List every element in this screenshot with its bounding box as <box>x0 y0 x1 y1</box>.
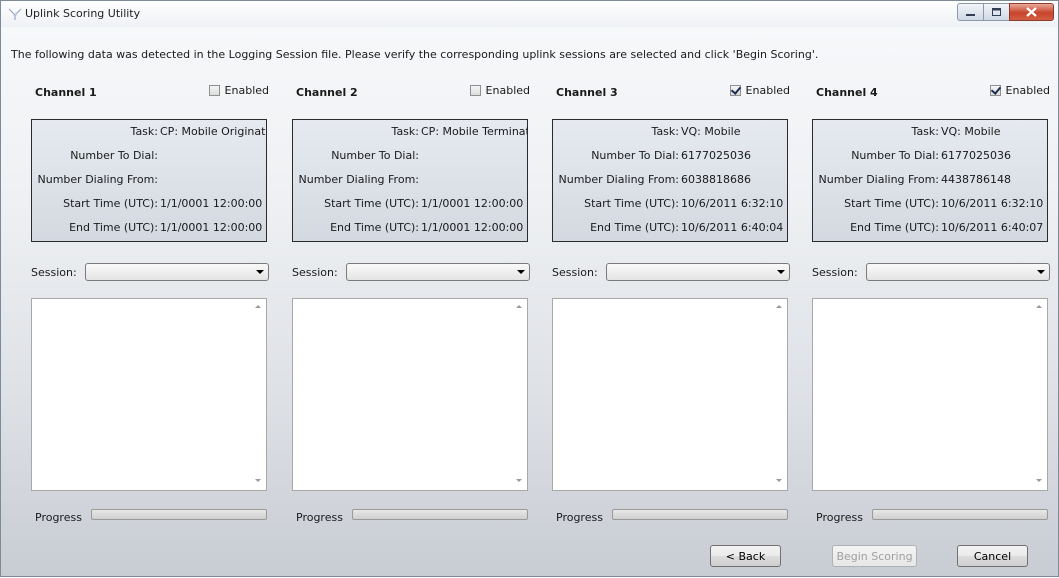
progress-bar <box>872 509 1048 520</box>
number-dialing-from-value: 4438786148 <box>941 173 1011 186</box>
session-dropdown[interactable] <box>606 263 790 281</box>
scroll-up-icon[interactable] <box>255 305 261 308</box>
session-info-box: Task: CP: Mobile Terminate Number To Dial… <box>292 119 528 242</box>
start-time-value: 1/1/0001 12:00:00 AM <box>160 197 266 210</box>
channel-panel-2: Channel 2 Enabled Task: CP: Mobile Termin… <box>292 1 530 578</box>
checkbox-box[interactable] <box>989 85 1001 96</box>
task-label: Task: <box>130 125 158 138</box>
start-time-label: Start Time (UTC): <box>844 197 939 210</box>
number-to-dial-value: 6177025036 <box>681 149 751 162</box>
progress-bar <box>612 509 788 520</box>
checkbox-box[interactable] <box>208 85 220 96</box>
end-time-label: End Time (UTC): <box>850 221 939 234</box>
session-info-box: Task: CP: Mobile Originate Number To Dial… <box>31 119 267 242</box>
progress-bar <box>352 509 528 520</box>
session-label: Session: <box>552 266 598 279</box>
progress-label: Progress <box>296 511 343 524</box>
checkbox-box[interactable] <box>729 85 741 96</box>
task-label: Task: <box>911 125 939 138</box>
channel-title: Channel 2 <box>296 86 358 99</box>
start-time-label: Start Time (UTC): <box>63 197 158 210</box>
start-time-value: 10/6/2011 6:32:10 PM <box>681 197 787 210</box>
session-log-textarea[interactable] <box>292 298 528 491</box>
scroll-down-icon[interactable] <box>1036 479 1042 482</box>
session-info-box: Task: VQ: Mobile Number To Dial: 617702503… <box>812 119 1048 242</box>
number-to-dial-label: Number To Dial: <box>851 149 939 162</box>
task-value: CP: Mobile Originate <box>160 125 267 138</box>
start-time-label: Start Time (UTC): <box>584 197 679 210</box>
begin-scoring-button[interactable]: Begin Scoring <box>832 545 917 567</box>
enabled-label: Enabled <box>745 84 790 97</box>
number-dialing-from-label: Number Dialing From: <box>558 173 679 186</box>
channel-panel-3: Channel 3 Enabled Task: VQ: Mobile Number… <box>552 1 790 578</box>
enabled-label: Enabled <box>1005 84 1050 97</box>
app-icon <box>8 8 22 20</box>
channel-panel-4: Channel 4 Enabled Task: VQ: Mobile Number… <box>812 1 1050 578</box>
session-dropdown[interactable] <box>866 263 1050 281</box>
number-dialing-from-value: 6038818686 <box>681 173 751 186</box>
end-time-value: 1/1/0001 12:00:00 AM <box>160 221 266 234</box>
end-time-label: End Time (UTC): <box>330 221 419 234</box>
end-time-label: End Time (UTC): <box>69 221 158 234</box>
channel-panel-1: Channel 1 Enabled Task: CP: Mobile Origin… <box>31 1 269 578</box>
back-button[interactable]: < Back <box>710 545 781 567</box>
start-time-value: 10/6/2011 6:32:10 PM <box>941 197 1047 210</box>
task-value: CP: Mobile Terminate <box>421 125 528 138</box>
enabled-label: Enabled <box>224 84 269 97</box>
enabled-checkbox[interactable]: Enabled <box>469 84 530 97</box>
session-dropdown[interactable] <box>346 263 530 281</box>
app-window: Uplink Scoring Utility The following dat… <box>0 0 1059 577</box>
scroll-up-icon[interactable] <box>776 305 782 308</box>
number-to-dial-label: Number To Dial: <box>331 149 419 162</box>
number-to-dial-label: Number To Dial: <box>70 149 158 162</box>
number-to-dial-value: 6177025036 <box>941 149 1011 162</box>
session-log-textarea[interactable] <box>552 298 788 491</box>
end-time-value: 10/6/2011 6:40:07 PM <box>941 221 1047 234</box>
session-dropdown[interactable] <box>85 263 269 281</box>
enabled-checkbox[interactable]: Enabled <box>729 84 790 97</box>
end-time-value: 1/1/0001 12:00:00 AM <box>421 221 527 234</box>
enabled-label: Enabled <box>485 84 530 97</box>
scroll-up-icon[interactable] <box>516 305 522 308</box>
task-value: VQ: Mobile <box>681 125 741 138</box>
end-time-label: End Time (UTC): <box>590 221 679 234</box>
cancel-button[interactable]: Cancel <box>957 545 1028 567</box>
channel-title: Channel 1 <box>35 86 97 99</box>
task-value: VQ: Mobile <box>941 125 1001 138</box>
session-log-textarea[interactable] <box>31 298 267 491</box>
start-time-label: Start Time (UTC): <box>324 197 419 210</box>
chevron-down-icon[interactable] <box>1037 270 1045 274</box>
progress-label: Progress <box>35 511 82 524</box>
end-time-value: 10/6/2011 6:40:04 PM <box>681 221 787 234</box>
chevron-down-icon[interactable] <box>517 270 525 274</box>
checkbox-box[interactable] <box>469 85 481 96</box>
channel-title: Channel 4 <box>816 86 878 99</box>
channel-title: Channel 3 <box>556 86 618 99</box>
number-dialing-from-label: Number Dialing From: <box>298 173 419 186</box>
task-label: Task: <box>391 125 419 138</box>
progress-label: Progress <box>556 511 603 524</box>
progress-label: Progress <box>816 511 863 524</box>
progress-bar <box>91 509 267 520</box>
chevron-down-icon[interactable] <box>777 270 785 274</box>
enabled-checkbox[interactable]: Enabled <box>208 84 269 97</box>
session-label: Session: <box>31 266 77 279</box>
session-info-box: Task: VQ: Mobile Number To Dial: 617702503… <box>552 119 788 242</box>
start-time-value: 1/1/0001 12:00:00 AM <box>421 197 527 210</box>
chevron-down-icon[interactable] <box>256 270 264 274</box>
task-label: Task: <box>651 125 679 138</box>
session-label: Session: <box>292 266 338 279</box>
scroll-up-icon[interactable] <box>1036 305 1042 308</box>
scroll-down-icon[interactable] <box>776 479 782 482</box>
enabled-checkbox[interactable]: Enabled <box>989 84 1050 97</box>
session-log-textarea[interactable] <box>812 298 1048 491</box>
number-dialing-from-label: Number Dialing From: <box>37 173 158 186</box>
scroll-down-icon[interactable] <box>516 479 522 482</box>
number-dialing-from-label: Number Dialing From: <box>818 173 939 186</box>
scroll-down-icon[interactable] <box>255 479 261 482</box>
session-label: Session: <box>812 266 858 279</box>
number-to-dial-label: Number To Dial: <box>591 149 679 162</box>
